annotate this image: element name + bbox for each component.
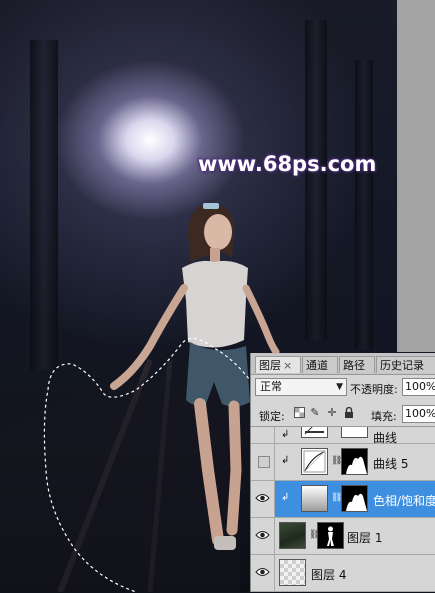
tab-channels[interactable]: 通道 bbox=[302, 356, 338, 373]
layers-list: ↲ 曲线 ↲ ⛓ 曲线 5 ↲ ⛓ 色相/饱和度 ⛓ 图层 1 图层 4 bbox=[251, 426, 435, 593]
blend-mode-select[interactable]: 正常 ▼ bbox=[255, 378, 347, 396]
layer-mask-thumbnail bbox=[317, 522, 344, 549]
layer-name: 曲线 5 bbox=[373, 457, 409, 471]
clip-arrow-icon: ↲ bbox=[281, 429, 290, 440]
lock-all-icon[interactable] bbox=[343, 406, 355, 419]
opacity-label: 不透明度: bbox=[350, 383, 398, 396]
layer-image-thumbnail bbox=[279, 522, 306, 549]
visibility-toggle[interactable] bbox=[251, 427, 275, 443]
layer-mask-thumbnail bbox=[341, 427, 368, 438]
hidden-visibility-box bbox=[258, 456, 270, 468]
tab-paths[interactable]: 路径 bbox=[339, 356, 375, 373]
fill-label: 填充: bbox=[371, 410, 397, 423]
transparent-layer-thumbnail bbox=[279, 559, 306, 586]
layer-mask-thumbnail bbox=[341, 485, 368, 512]
clip-arrow-icon: ↲ bbox=[281, 455, 290, 466]
curves-thumbnail-icon bbox=[301, 448, 328, 475]
watermark-text: www.68ps.com bbox=[198, 152, 377, 176]
lock-brush-icon[interactable]: ✎ bbox=[309, 407, 321, 419]
layer-name: 图层 4 bbox=[311, 568, 347, 582]
layer-row-hue-saturation[interactable]: ↲ ⛓ 色相/饱和度 bbox=[251, 481, 435, 518]
visibility-toggle[interactable] bbox=[251, 555, 275, 591]
layer-name: 图层 1 bbox=[347, 531, 383, 545]
layer-row-layer-1[interactable]: ⛓ 图层 1 bbox=[251, 518, 435, 555]
layer-name: 色相/饱和度 bbox=[373, 494, 435, 508]
close-icon[interactable]: × bbox=[283, 359, 292, 372]
eye-icon bbox=[255, 531, 270, 539]
curves-thumbnail-icon bbox=[301, 427, 328, 438]
layers-panel: 图层 × 通道 路径 历史记录 正常 ▼ 不透明度: 100% 锁定: ✎ ✛ 填… bbox=[250, 353, 435, 592]
tab-history[interactable]: 历史记录 bbox=[376, 356, 435, 373]
lock-transparency-icon[interactable] bbox=[293, 407, 305, 419]
layer-row-curves-5[interactable]: ↲ ⛓ 曲线 5 bbox=[251, 444, 435, 481]
panel-tab-bar: 图层 × 通道 路径 历史记录 bbox=[251, 353, 435, 375]
blend-row: 正常 ▼ 不透明度: 100% bbox=[251, 375, 435, 400]
hue-saturation-thumbnail-icon bbox=[301, 485, 328, 512]
layer-mask-thumbnail bbox=[341, 448, 368, 475]
lock-move-icon[interactable]: ✛ bbox=[326, 407, 338, 419]
tab-layers[interactable]: 图层 × bbox=[255, 356, 301, 373]
tab-label: 通道 bbox=[306, 359, 328, 372]
opacity-field[interactable]: 100% bbox=[402, 378, 435, 396]
clip-arrow-icon: ↲ bbox=[281, 492, 290, 503]
tab-label: 历史记录 bbox=[380, 359, 424, 372]
fill-field[interactable]: 100% bbox=[402, 405, 435, 423]
tab-label: 图层 bbox=[259, 359, 281, 372]
chevron-down-icon: ▼ bbox=[336, 382, 343, 392]
layer-row-layer-4[interactable]: 图层 4 bbox=[251, 555, 435, 592]
eye-icon bbox=[255, 568, 270, 576]
visibility-toggle[interactable] bbox=[251, 444, 275, 480]
lock-label: 锁定: bbox=[259, 410, 285, 423]
visibility-toggle[interactable] bbox=[251, 518, 275, 554]
tab-label: 路径 bbox=[343, 359, 365, 372]
blend-mode-value: 正常 bbox=[260, 380, 282, 393]
visibility-toggle[interactable] bbox=[251, 481, 275, 517]
layer-row-curves[interactable]: ↲ 曲线 bbox=[251, 427, 435, 445]
eye-icon bbox=[255, 494, 270, 502]
